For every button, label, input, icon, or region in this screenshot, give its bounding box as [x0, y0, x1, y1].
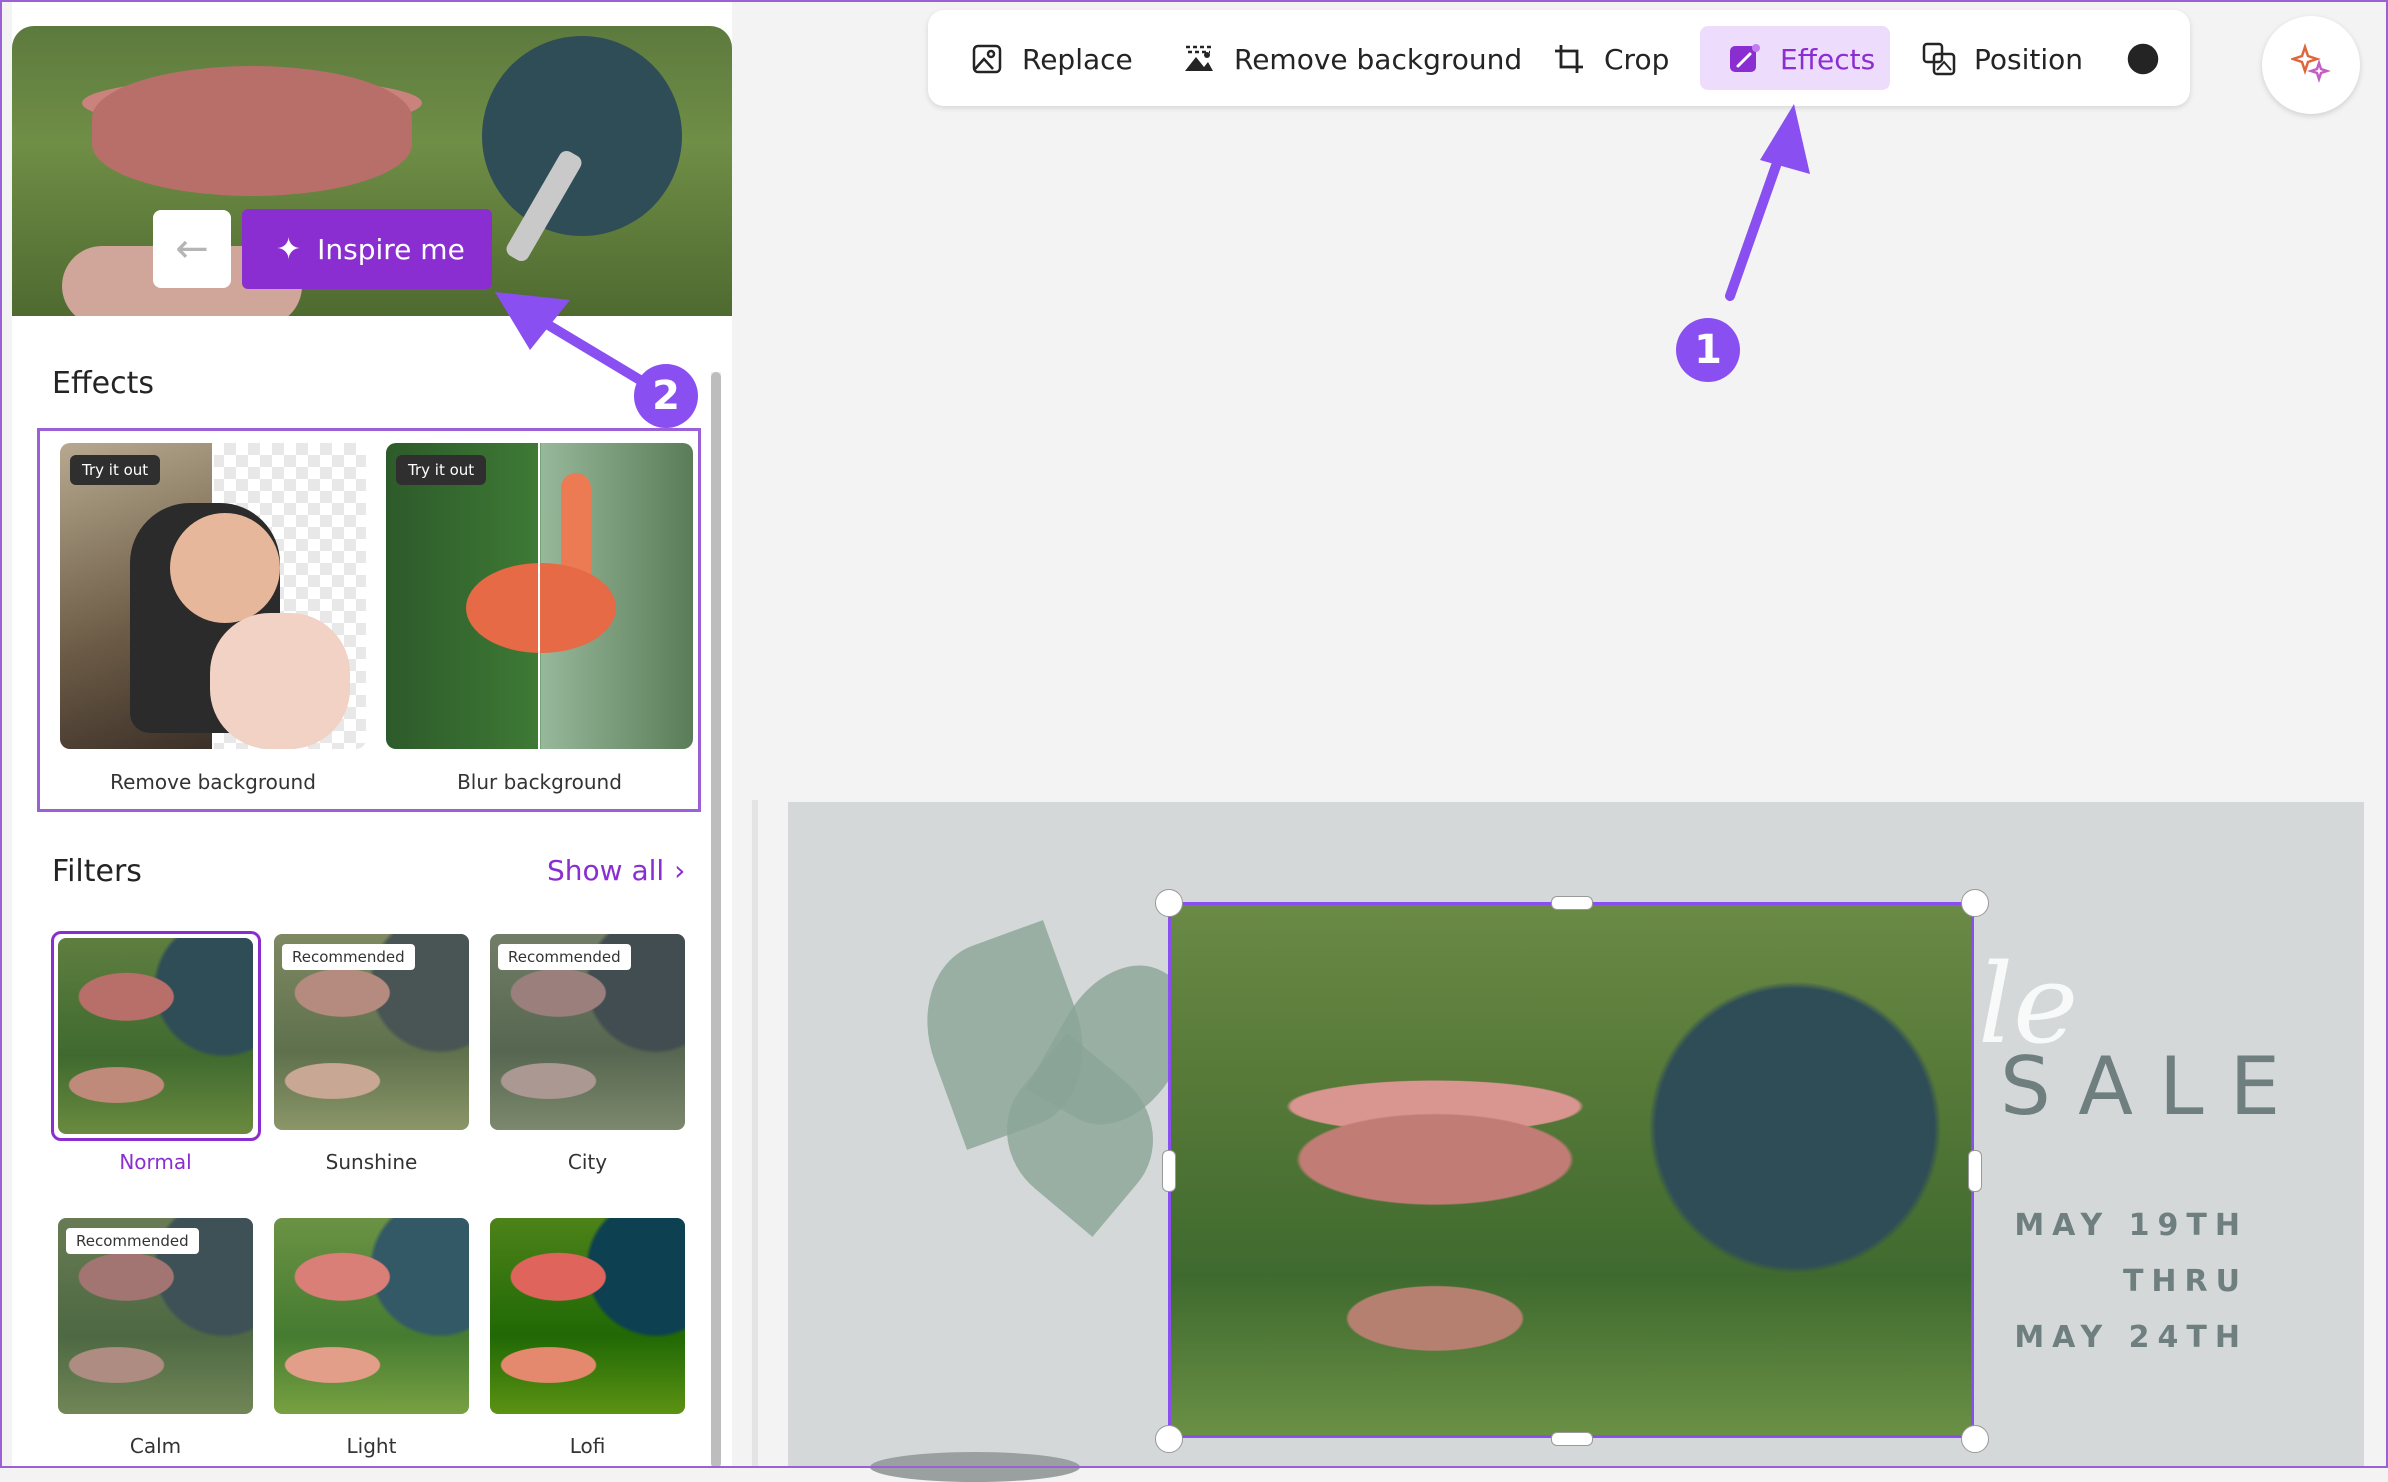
toolbar-crop-label: Crop — [1604, 42, 1670, 76]
show-all-link[interactable]: Show all › — [547, 854, 685, 887]
effects-icon — [1728, 42, 1762, 76]
toolbar-remove-background-label: Remove background — [1234, 42, 1523, 76]
toolbar-position-button[interactable]: Position — [1922, 26, 2083, 92]
recommended-badge: Recommended — [282, 944, 415, 970]
effect-divider — [538, 443, 540, 749]
arrow-left-icon: ← — [175, 226, 209, 272]
annotation-badge-1: 1 — [1676, 318, 1740, 382]
toolbar-effects-label: Effects — [1780, 42, 1876, 76]
remove-background-caption: Remove background — [110, 770, 316, 794]
resize-handle-bottom-left[interactable] — [1155, 1425, 1183, 1453]
annotation-badge-2: 2 — [634, 364, 698, 428]
preview-pot — [92, 66, 412, 196]
vase-top — [870, 1452, 1080, 1482]
inspire-me-button[interactable]: ✦ Inspire me — [242, 209, 492, 289]
blur-background-effect-card[interactable]: Try it out — [386, 443, 693, 749]
date-line-2: THRU — [2122, 1264, 2248, 1299]
canvas-edge — [752, 800, 758, 1468]
remove-background-effect-card[interactable]: Try it out — [60, 443, 366, 749]
toolbar-replace-button[interactable]: Replace — [970, 26, 1133, 92]
date-line-1: MAY 19TH — [2014, 1208, 2248, 1243]
contrast-icon — [2126, 42, 2160, 76]
crop-icon — [1552, 42, 1586, 76]
blur-background-caption: Blur background — [457, 770, 622, 794]
toolbar-adjust-button[interactable] — [2126, 26, 2160, 92]
effect-flamingo — [466, 563, 616, 653]
toolbar-position-label: Position — [1974, 42, 2084, 76]
filter-normal-caption: Normal — [119, 1150, 192, 1174]
image-replace-icon — [970, 42, 1004, 76]
filter-light-caption: Light — [346, 1434, 397, 1458]
date-line-3: MAY 24TH — [2014, 1320, 2248, 1355]
resize-handle-bottom[interactable] — [1551, 1432, 1593, 1446]
remove-background-icon — [1182, 42, 1216, 76]
chevron-right-icon: › — [674, 854, 686, 887]
toolbar-replace-label: Replace — [1022, 42, 1133, 76]
resize-handle-top[interactable] — [1551, 896, 1593, 910]
toolbar-crop-button[interactable]: Crop — [1552, 26, 1669, 92]
sparkle-icon: ✦ — [276, 231, 302, 267]
filter-lofi[interactable] — [490, 1218, 685, 1414]
preview-watering-can — [482, 36, 682, 236]
toolbar-remove-background-button[interactable]: Remove background — [1182, 26, 1522, 92]
effect-second-child — [210, 613, 350, 749]
recommended-badge: Recommended — [66, 1228, 199, 1254]
designer-ai-button[interactable] — [2262, 16, 2360, 114]
filter-lofi-caption: Lofi — [569, 1434, 606, 1458]
effects-section-title: Effects — [52, 366, 154, 401]
back-button[interactable]: ← — [153, 210, 231, 288]
inspire-me-label: Inspire me — [317, 232, 465, 266]
filter-sunshine-caption: Sunshine — [325, 1150, 418, 1174]
resize-handle-top-right[interactable] — [1961, 889, 1989, 917]
recommended-badge: Recommended — [498, 944, 631, 970]
show-all-label: Show all — [547, 854, 665, 887]
resize-handle-left[interactable] — [1162, 1150, 1176, 1192]
filters-section-title: Filters — [52, 854, 142, 889]
effect-child-face — [170, 513, 280, 623]
try-it-out-badge: Try it out — [70, 455, 161, 485]
panel-scrollbar-thumb[interactable] — [711, 372, 721, 1468]
annotation-arrow-1 — [1725, 104, 1810, 301]
filter-calm-caption: Calm — [129, 1434, 182, 1458]
selected-garden-image[interactable] — [1168, 902, 1974, 1438]
resize-handle-top-left[interactable] — [1155, 889, 1183, 917]
filter-light[interactable] — [274, 1218, 469, 1414]
sale-heading: SALE — [2000, 1040, 2307, 1133]
try-it-out-badge: Try it out — [396, 455, 487, 485]
toolbar-effects-button[interactable]: Effects — [1728, 26, 1875, 92]
designer-sparkle-icon — [2289, 43, 2331, 87]
position-icon — [1922, 42, 1956, 76]
filter-city-caption: City — [567, 1150, 608, 1174]
resize-handle-bottom-right[interactable] — [1961, 1425, 1989, 1453]
resize-handle-right[interactable] — [1968, 1150, 1982, 1192]
filter-normal[interactable] — [58, 938, 253, 1134]
